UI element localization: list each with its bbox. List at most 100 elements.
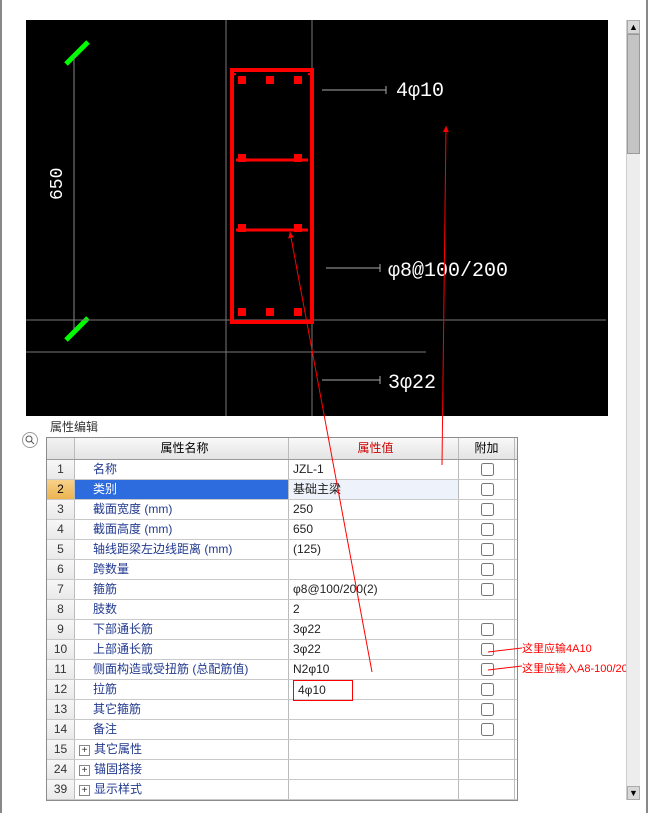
row-name[interactable]: +锚固搭接 xyxy=(75,760,289,779)
scroll-up-button[interactable]: ▲ xyxy=(627,20,640,34)
row-name[interactable]: 下部通长筋 xyxy=(75,620,289,639)
row-extra xyxy=(459,460,515,479)
table-row[interactable]: 5轴线距梁左边线距离 (mm)(125) xyxy=(47,540,517,560)
table-row[interactable]: 14备注 xyxy=(47,720,517,740)
row-extra xyxy=(459,780,515,799)
table-row[interactable]: 8肢数2 xyxy=(47,600,517,620)
row-name[interactable]: 截面宽度 (mm) xyxy=(75,500,289,519)
row-name[interactable]: 截面高度 (mm) xyxy=(75,520,289,539)
row-extra xyxy=(459,760,515,779)
row-value[interactable] xyxy=(289,700,459,719)
extra-checkbox[interactable] xyxy=(481,563,494,576)
row-name[interactable]: 上部通长筋 xyxy=(75,640,289,659)
extra-checkbox[interactable] xyxy=(481,583,494,596)
extra-checkbox[interactable] xyxy=(481,503,494,516)
extra-checkbox[interactable] xyxy=(481,623,494,636)
row-name[interactable]: 其它箍筋 xyxy=(75,700,289,719)
table-row[interactable]: 12拉筋4φ10 xyxy=(47,680,517,700)
table-row[interactable]: 11侧面构造或受扭筋 (总配筋值)N2φ10 xyxy=(47,660,517,680)
row-value[interactable]: JZL-1 xyxy=(289,460,459,479)
extra-checkbox[interactable] xyxy=(481,683,494,696)
table-row[interactable]: 1名称JZL-1 xyxy=(47,460,517,480)
extra-checkbox[interactable] xyxy=(481,543,494,556)
table-row[interactable]: 24+锚固搭接 xyxy=(47,760,517,780)
table-row[interactable]: 6跨数量 xyxy=(47,560,517,580)
row-name[interactable]: 侧面构造或受扭筋 (总配筋值) xyxy=(75,660,289,679)
row-name[interactable]: 跨数量 xyxy=(75,560,289,579)
page: 4φ10 φ8@100/200 3φ22 650 xyxy=(0,0,648,813)
highlighted-value[interactable]: 4φ10 xyxy=(293,680,353,701)
row-value[interactable]: 650 xyxy=(289,520,459,539)
row-value[interactable]: 基础主梁 xyxy=(289,480,459,499)
row-value[interactable]: 3φ22 xyxy=(289,620,459,639)
table-row[interactable]: 13其它箍筋 xyxy=(47,700,517,720)
row-name[interactable]: 肢数 xyxy=(75,600,289,619)
row-number: 2 xyxy=(47,480,75,499)
scroll-thumb[interactable] xyxy=(627,34,640,154)
expand-icon[interactable]: + xyxy=(79,785,90,796)
row-value[interactable] xyxy=(289,560,459,579)
row-extra xyxy=(459,720,515,739)
row-value[interactable]: 4φ10 xyxy=(289,680,459,699)
extra-checkbox[interactable] xyxy=(481,663,494,676)
row-extra xyxy=(459,500,515,519)
row-number: 9 xyxy=(47,620,75,639)
row-number: 24 xyxy=(47,760,75,779)
row-number: 3 xyxy=(47,500,75,519)
extra-checkbox[interactable] xyxy=(481,463,494,476)
table-row[interactable]: 15+其它属性 xyxy=(47,740,517,760)
row-extra xyxy=(459,540,515,559)
scroll-down-button[interactable]: ▼ xyxy=(627,786,640,800)
row-name[interactable]: +其它属性 xyxy=(75,740,289,759)
row-number: 6 xyxy=(47,560,75,579)
row-extra xyxy=(459,600,515,619)
search-icon[interactable] xyxy=(22,432,38,448)
table-row[interactable]: 7箍筋φ8@100/200(2) xyxy=(47,580,517,600)
header-extra[interactable]: 附加 xyxy=(459,438,515,459)
table-row[interactable]: 2类别基础主梁 xyxy=(47,480,517,500)
row-value[interactable] xyxy=(289,720,459,739)
row-value[interactable]: N2φ10 xyxy=(289,660,459,679)
row-name[interactable]: 轴线距梁左边线距离 (mm) xyxy=(75,540,289,559)
row-value[interactable]: 3φ22 xyxy=(289,640,459,659)
expand-icon[interactable]: + xyxy=(79,765,90,776)
extra-checkbox[interactable] xyxy=(481,703,494,716)
table-row[interactable]: 10上部通长筋3φ22 xyxy=(47,640,517,660)
annotation-note2: 这里应输入A8-100/200 xyxy=(522,660,634,676)
row-extra xyxy=(459,740,515,759)
extra-checkbox[interactable] xyxy=(481,643,494,656)
row-name[interactable]: 拉筋 xyxy=(75,680,289,699)
row-value[interactable]: 2 xyxy=(289,600,459,619)
row-number: 12 xyxy=(47,680,75,699)
table-row[interactable]: 3截面宽度 (mm)250 xyxy=(47,500,517,520)
row-number: 14 xyxy=(47,720,75,739)
header-name[interactable]: 属性名称 xyxy=(75,438,289,459)
row-value[interactable] xyxy=(289,740,459,759)
row-number: 1 xyxy=(47,460,75,479)
row-value[interactable]: φ8@100/200(2) xyxy=(289,580,459,599)
cad-label-bottom: 3φ22 xyxy=(388,372,436,395)
expand-icon[interactable]: + xyxy=(79,745,90,756)
row-name[interactable]: 箍筋 xyxy=(75,580,289,599)
extra-checkbox[interactable] xyxy=(481,723,494,736)
table-row[interactable]: 9下部通长筋3φ22 xyxy=(47,620,517,640)
row-name[interactable]: 类别 xyxy=(75,480,289,499)
cad-viewport[interactable]: 4φ10 φ8@100/200 3φ22 650 xyxy=(26,20,608,416)
row-value[interactable]: 250 xyxy=(289,500,459,519)
vertical-scrollbar[interactable]: ▲ ▼ xyxy=(626,20,640,800)
extra-checkbox[interactable] xyxy=(481,523,494,536)
row-extra xyxy=(459,700,515,719)
row-value[interactable] xyxy=(289,780,459,799)
row-value[interactable] xyxy=(289,760,459,779)
row-name[interactable]: +显示样式 xyxy=(75,780,289,799)
row-name[interactable]: 名称 xyxy=(75,460,289,479)
row-number: 39 xyxy=(47,780,75,799)
extra-checkbox[interactable] xyxy=(481,483,494,496)
row-name[interactable]: 备注 xyxy=(75,720,289,739)
table-row[interactable]: 39+显示样式 xyxy=(47,780,517,800)
row-value[interactable]: (125) xyxy=(289,540,459,559)
header-value[interactable]: 属性值 xyxy=(289,438,459,459)
row-number: 8 xyxy=(47,600,75,619)
table-row[interactable]: 4截面高度 (mm)650 xyxy=(47,520,517,540)
grid-header: 属性名称 属性值 附加 xyxy=(47,438,517,460)
